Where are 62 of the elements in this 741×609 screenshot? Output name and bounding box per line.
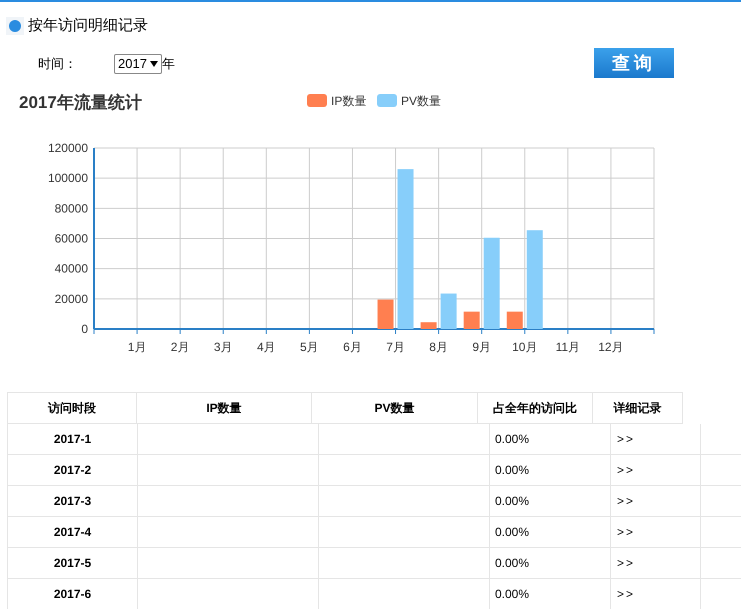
x-tick-label: 11月	[556, 340, 580, 354]
period-cell: 2017-5	[7, 548, 137, 578]
chart-bar[interactable]	[464, 312, 480, 329]
x-tick-label: 2月	[170, 340, 190, 354]
legend-swatch[interactable]	[377, 94, 397, 107]
x-tick-label: 10月	[512, 340, 538, 354]
query-button[interactable]: 查询	[594, 48, 674, 78]
year-select[interactable]: 2017	[114, 54, 162, 74]
x-tick-label: 7月	[386, 340, 405, 354]
y-tick-label: 20000	[54, 292, 88, 306]
legend-label[interactable]: IP数量	[331, 94, 366, 108]
x-tick-label: 5月	[300, 340, 319, 354]
chart-bar[interactable]	[420, 322, 437, 329]
detail-link[interactable]: >>	[617, 430, 636, 448]
detail-link[interactable]: >>	[617, 585, 636, 603]
period-cell: 2017-6	[7, 579, 137, 609]
section-title: 按年访问明细记录	[28, 16, 148, 36]
x-tick-label: 4月	[256, 340, 276, 354]
detail-link[interactable]: >>	[617, 554, 636, 572]
y-tick-label: 100000	[48, 171, 88, 186]
column-header: 访问时段	[7, 392, 137, 424]
share-cell: 0.00%	[489, 579, 610, 609]
year-unit: 年	[162, 55, 175, 74]
y-tick-label: 120000	[48, 141, 88, 155]
chart-bar[interactable]	[378, 300, 394, 329]
chart-title: 2017年流量统计	[19, 93, 142, 112]
x-tick-label: 1月	[128, 340, 146, 354]
y-tick-label: 40000	[54, 262, 88, 276]
period-cell: 2017-3	[7, 486, 137, 516]
y-tick-label: 80000	[54, 201, 88, 216]
bullet-icon	[6, 17, 24, 35]
time-label: 时间：	[38, 55, 78, 74]
detail-link[interactable]: >>	[617, 461, 636, 479]
chart-bar[interactable]	[506, 312, 523, 329]
detail-link[interactable]: >>	[617, 523, 636, 541]
period-cell: 2017-2	[7, 455, 137, 485]
chart-bar[interactable]	[484, 238, 500, 329]
share-cell: 0.00%	[489, 424, 610, 454]
x-tick-label: 8月	[429, 340, 448, 354]
column-header: 占全年的访问比	[477, 392, 593, 424]
chart-bar[interactable]	[526, 230, 543, 329]
x-tick-label: 6月	[343, 340, 362, 354]
column-header: 详细记录	[592, 392, 683, 424]
share-cell: 0.00%	[489, 455, 610, 485]
column-header: PV数量	[311, 392, 478, 424]
period-cell: 2017-4	[7, 517, 137, 547]
column-header: IP数量	[136, 392, 312, 424]
y-tick-label: 60000	[54, 232, 88, 246]
chart-bar[interactable]	[398, 169, 414, 329]
share-cell: 0.00%	[489, 486, 610, 516]
caret-icon	[150, 61, 158, 67]
share-cell: 0.00%	[489, 517, 610, 547]
chart-bar[interactable]	[440, 294, 457, 329]
detail-link[interactable]: >>	[617, 492, 636, 510]
legend-swatch[interactable]	[307, 94, 327, 107]
period-cell: 2017-1	[7, 424, 137, 454]
x-tick-label: 12月	[598, 340, 624, 354]
share-cell: 0.00%	[489, 548, 610, 578]
x-tick-label: 3月	[214, 340, 233, 354]
y-tick-label: 0	[81, 322, 88, 336]
x-tick-label: 9月	[472, 340, 492, 354]
legend-label[interactable]: PV数量	[401, 94, 442, 108]
